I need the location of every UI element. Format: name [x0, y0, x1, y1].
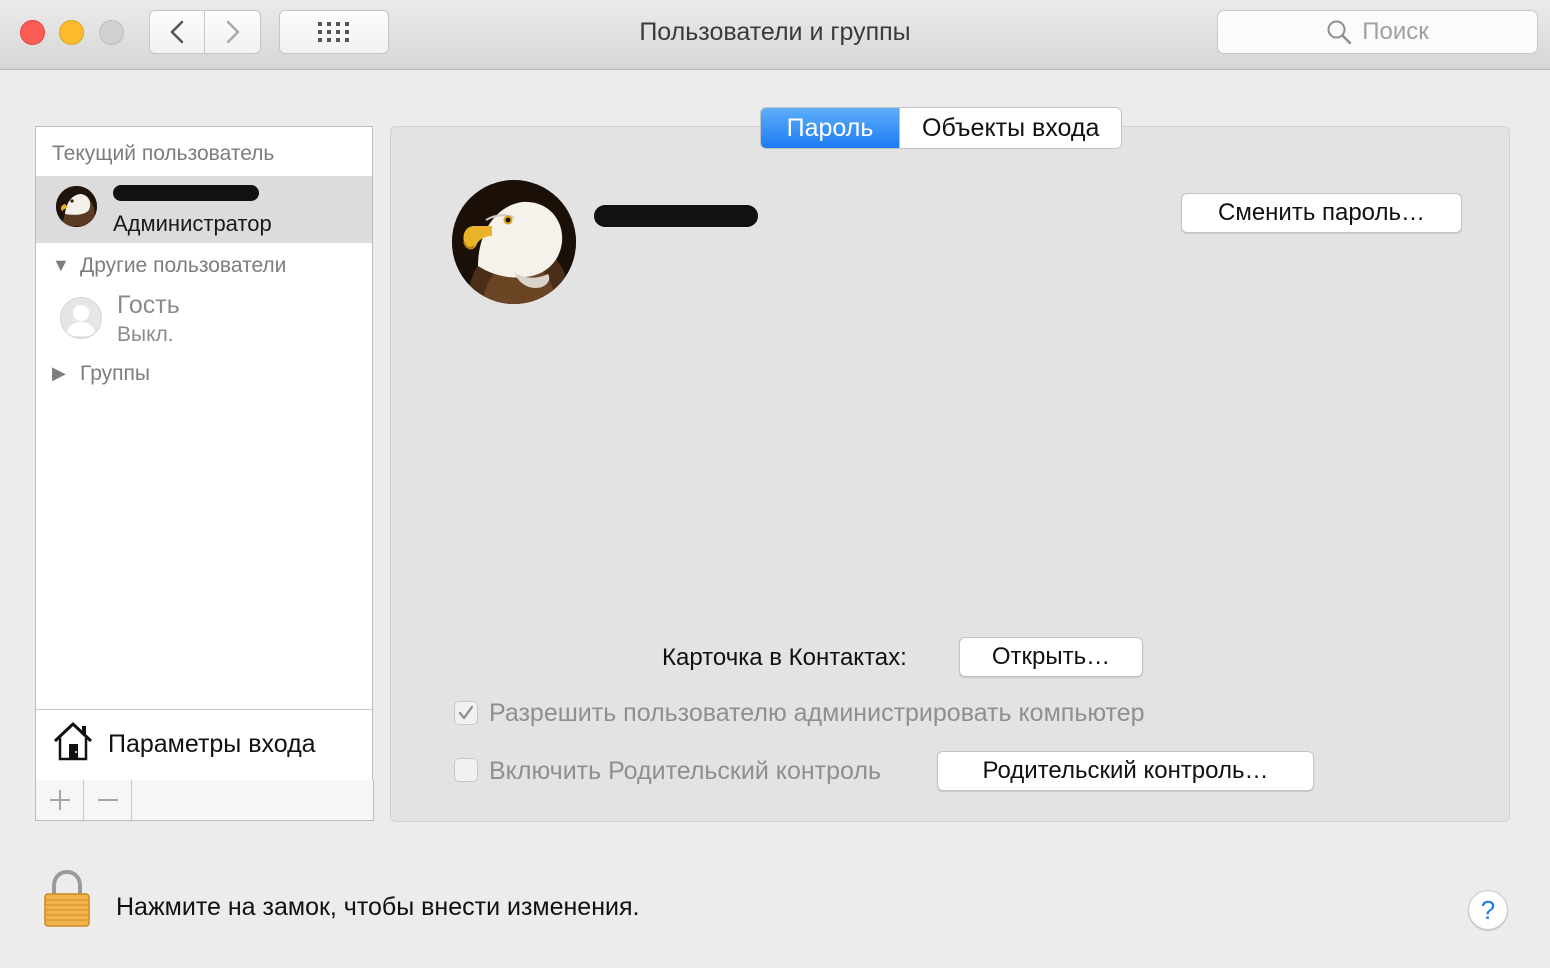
plus-icon	[49, 790, 70, 810]
house-icon	[53, 722, 93, 761]
change-password-button[interactable]: Сменить пароль…	[1181, 193, 1462, 233]
tab-password[interactable]: Пароль	[761, 108, 899, 148]
users-sidebar: Текущий пользователь Администратор ▼ Дру…	[35, 126, 373, 821]
guest-avatar	[60, 297, 102, 339]
allow-admin-checkbox	[454, 701, 478, 725]
users-groups-window: Пользователи и группы Поиск Текущий поль…	[0, 0, 1550, 968]
redacted-full-name	[594, 205, 758, 227]
lock-icon[interactable]	[42, 870, 92, 928]
contacts-card-label: Карточка в Контактах:	[662, 644, 907, 671]
parental-controls-button[interactable]: Родительский контроль…	[937, 751, 1314, 791]
current-user-avatar	[56, 186, 97, 227]
allow-admin-label: Разрешить пользователю администрировать …	[489, 699, 1145, 727]
login-options-item[interactable]: Параметры входа	[36, 709, 372, 782]
remove-user-button[interactable]	[84, 780, 132, 820]
sidebar-toolbar	[35, 780, 374, 821]
user-picture[interactable]	[452, 180, 576, 304]
disclosure-open-icon[interactable]: ▼	[52, 255, 70, 276]
add-user-button[interactable]	[36, 780, 84, 820]
checkmark-icon	[458, 705, 474, 720]
guest-user-status: Выкл.	[117, 323, 174, 346]
other-users-header: Другие пользователи	[80, 254, 287, 277]
redacted-username	[113, 185, 259, 201]
help-button[interactable]: ?	[1468, 890, 1508, 930]
tab-login-items[interactable]: Объекты входа	[899, 108, 1122, 148]
parental-controls-label: Включить Родительский контроль	[489, 757, 881, 785]
groups-header: Группы	[80, 362, 150, 385]
disclosure-closed-icon[interactable]: ▶	[52, 363, 66, 384]
parental-controls-checkbox	[454, 758, 478, 782]
current-user-role: Администратор	[113, 211, 272, 236]
open-contact-card-button[interactable]: Открыть…	[959, 637, 1143, 677]
minus-icon	[97, 799, 118, 801]
current-user-header: Текущий пользователь	[52, 142, 275, 165]
search-icon	[1327, 20, 1352, 45]
login-options-label: Параметры входа	[108, 730, 316, 758]
tab-bar: Пароль Объекты входа	[760, 107, 1123, 149]
search-field[interactable]: Поиск	[1217, 10, 1538, 54]
lock-message: Нажмите на замок, чтобы внести изменения…	[116, 893, 640, 921]
current-user-row[interactable]: Администратор	[36, 176, 372, 243]
title-bar: Пользователи и группы Поиск	[0, 0, 1550, 70]
search-placeholder: Поиск	[1362, 18, 1429, 45]
guest-user-name[interactable]: Гость	[117, 291, 180, 320]
